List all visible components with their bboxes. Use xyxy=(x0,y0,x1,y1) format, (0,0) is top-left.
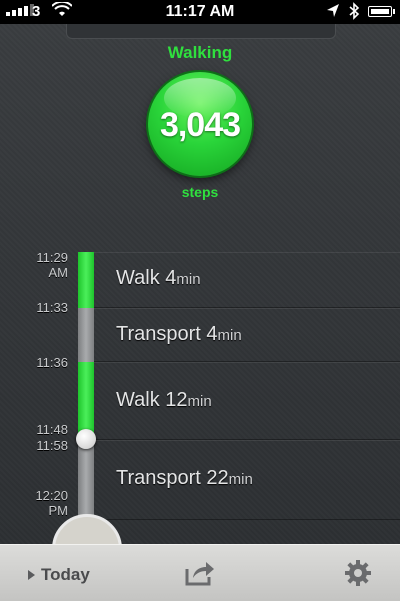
segment-duration: 4 xyxy=(165,267,177,289)
time-label: 11:29 AM xyxy=(36,250,68,280)
bluetooth-icon xyxy=(348,2,360,24)
segment-duration: 4 xyxy=(206,323,218,345)
segment-unit: min xyxy=(228,471,253,488)
timeline-segment-walk[interactable]: Walk 12min xyxy=(94,362,400,440)
timeline-segment-transport[interactable]: Transport 22min xyxy=(94,440,400,520)
location-arrow-icon xyxy=(326,3,340,23)
battery-icon xyxy=(368,6,395,17)
segment-name: Walk xyxy=(116,267,160,289)
segment-name: Walk xyxy=(116,389,160,411)
time-label: 11:33 xyxy=(36,300,68,315)
steps-bubble[interactable]: 3,043 xyxy=(148,72,252,176)
segment-unit: min xyxy=(176,271,201,288)
segment-unit: min xyxy=(217,327,242,344)
walk-track-segment xyxy=(78,252,94,308)
segment-unit: min xyxy=(187,393,212,410)
segment-name: Transport xyxy=(116,323,201,345)
gear-icon[interactable] xyxy=(344,559,372,587)
share-icon[interactable] xyxy=(184,559,216,587)
status-bar: 3 11:17 AM xyxy=(0,0,400,24)
segment-duration: 12 xyxy=(165,389,188,411)
play-triangle-icon xyxy=(28,570,35,580)
transport-track-segment xyxy=(78,308,94,362)
steps-unit-label: steps xyxy=(181,184,219,200)
time-label: 11:48 xyxy=(36,422,68,437)
activity-type-label: Walking xyxy=(167,43,233,62)
status-time: 11:17 AM xyxy=(165,3,235,20)
today-label: Today xyxy=(41,565,90,584)
timeline-segment-transport[interactable]: Transport 4min xyxy=(94,308,400,362)
pull-down-tab[interactable] xyxy=(66,24,336,39)
bottom-toolbar: Today xyxy=(0,544,400,601)
steps-count: 3,043 xyxy=(159,106,241,144)
activity-card[interactable]: Walking 3,043 steps 11:29 AM 11:33 11:36 … xyxy=(0,24,400,544)
today-button[interactable]: Today xyxy=(28,565,90,585)
timeline-segment-walk[interactable]: Walk 4min xyxy=(94,252,400,308)
segment-name: Transport xyxy=(116,467,201,489)
time-label: 12:20 PM xyxy=(35,488,68,518)
segment-duration: 22 xyxy=(206,467,229,489)
timeline-scrubber-knob[interactable] xyxy=(76,429,96,449)
time-label: 11:58 xyxy=(36,438,68,453)
time-label: 11:36 xyxy=(36,355,68,370)
